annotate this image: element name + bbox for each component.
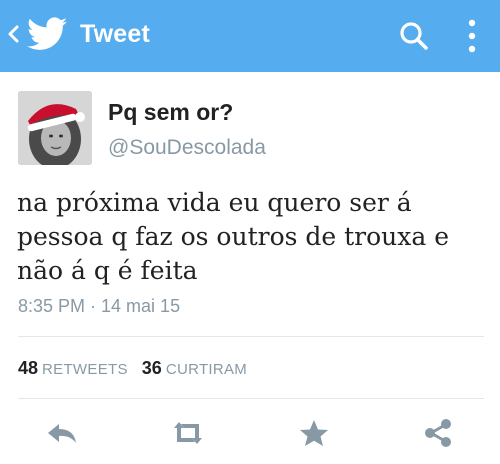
more-vertical-icon[interactable]: [464, 16, 480, 56]
tweet-timestamp: 8:35 PM · 14 mai 15: [18, 296, 181, 316]
divider: [18, 336, 484, 337]
likes-label[interactable]: CURTIRAM: [166, 361, 247, 378]
tweet-stats: 48 RETWEETS 36 CURTIRAM: [18, 358, 247, 379]
app-bar: Tweet: [0, 0, 500, 72]
page-title: Tweet: [80, 20, 150, 48]
divider: [18, 398, 484, 399]
retweets-count[interactable]: 48: [18, 358, 38, 378]
likes-count[interactable]: 36: [142, 358, 162, 378]
retweets-label[interactable]: RETWEETS: [42, 361, 128, 378]
star-icon[interactable]: [296, 418, 332, 448]
share-icon[interactable]: [420, 418, 456, 448]
avatar[interactable]: [18, 91, 92, 165]
author-name[interactable]: Pq sem or?: [108, 99, 233, 126]
retweet-icon[interactable]: [170, 418, 206, 448]
author-handle[interactable]: @SouDescolada: [108, 136, 266, 160]
search-icon[interactable]: [398, 20, 430, 52]
chevron-left-icon[interactable]: [6, 22, 20, 46]
reply-icon[interactable]: [44, 418, 80, 448]
tweet-text: na próxima vida eu quero ser á pessoa q …: [17, 188, 450, 285]
twitter-bird-icon[interactable]: [27, 17, 67, 51]
